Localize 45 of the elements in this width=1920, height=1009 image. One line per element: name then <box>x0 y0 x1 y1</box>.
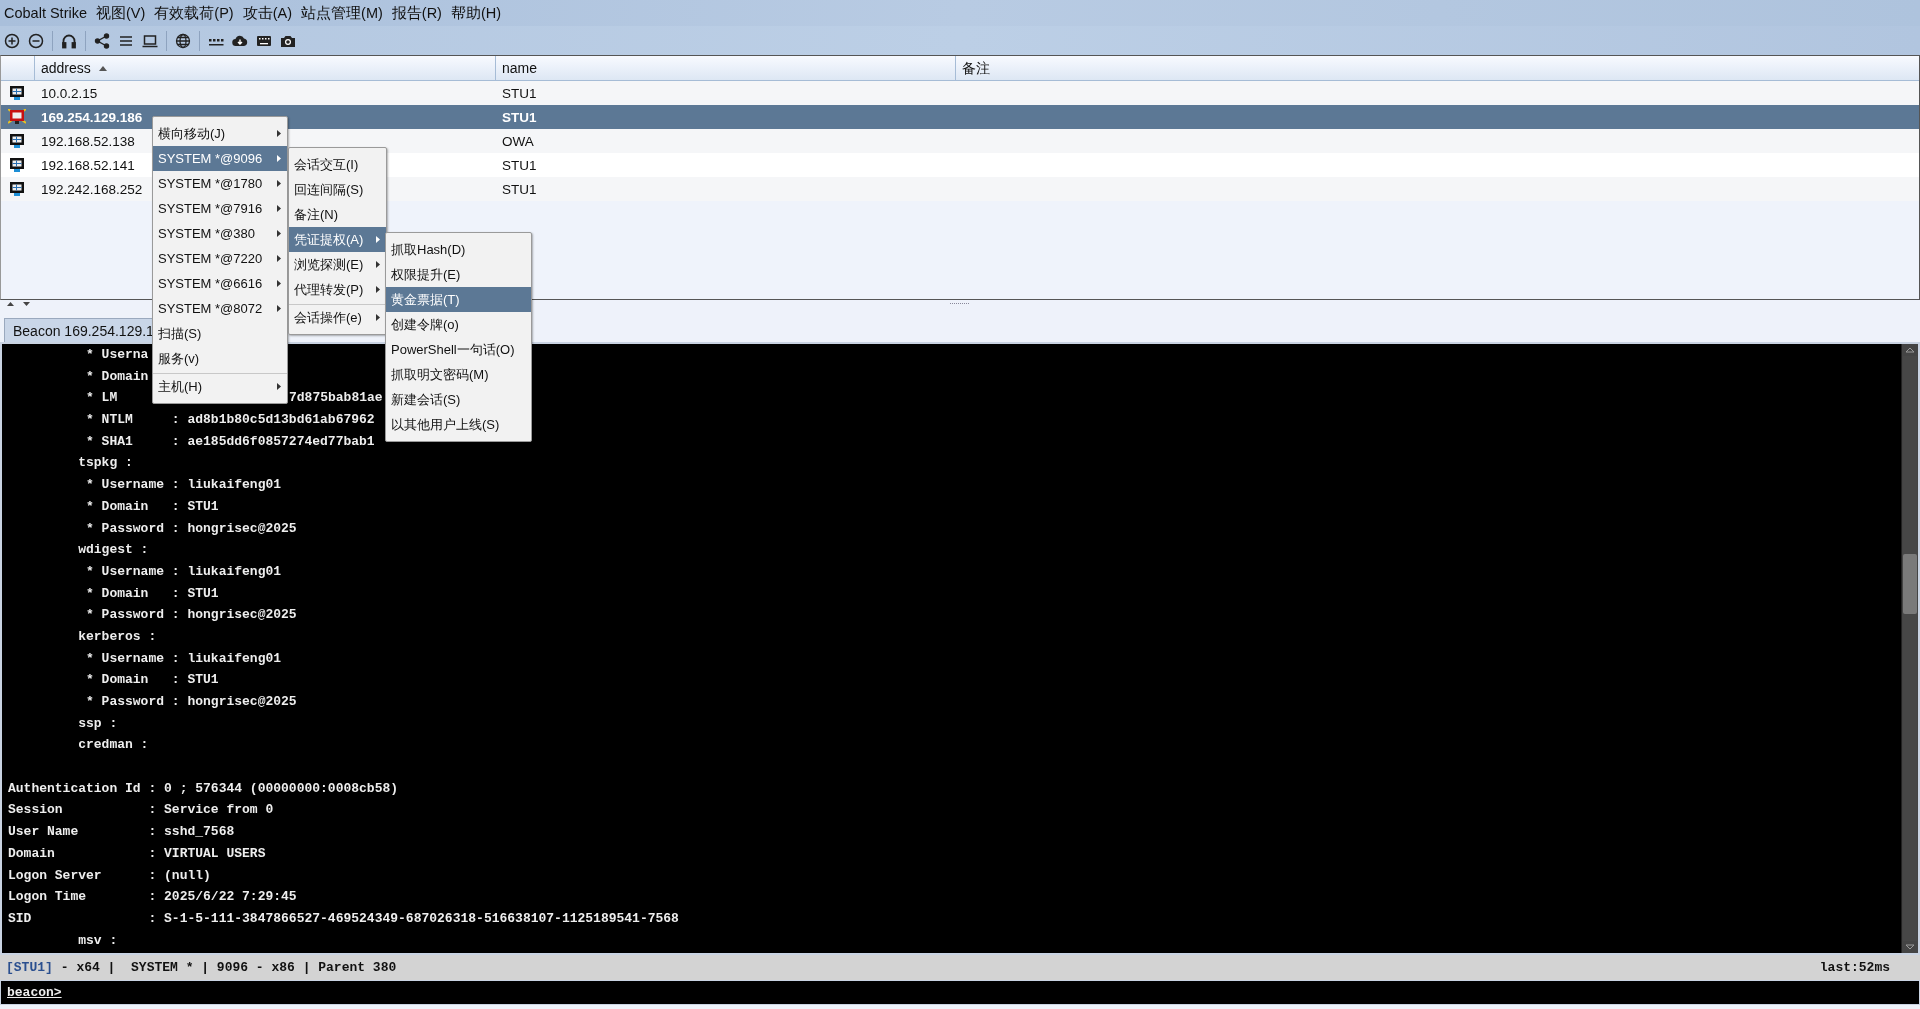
table-cell: 192.168.52.138 <box>41 133 135 149</box>
console-line: * Domain : STU1 <box>85 498 219 514</box>
console-line: * NTLM : ad8b1b80c5d13bd61ab67962 <box>85 412 375 428</box>
console-line: User Name : sshd_7568 <box>8 824 235 840</box>
console-line: * SHA1 : ae185dd6f0857274ed77bab1 <box>85 433 375 449</box>
table-cell: 169.254.129.186 <box>41 109 143 125</box>
console-line: msv : <box>77 932 118 948</box>
console-line: Session : Service from 0 <box>8 802 274 818</box>
table-cell: 192.168.52.141 <box>41 157 135 173</box>
column-title: address <box>41 61 91 75</box>
console-line: SID : S-1-5-111-3847866527-469524349-687026318-516638107-1125189541-7568 <box>8 910 679 926</box>
host-label: [STU1] <box>6 960 53 975</box>
latency-label: last:52ms <box>1819 960 1890 975</box>
console-line: * Domain : STU1 <box>85 585 219 601</box>
console-line: ssp : <box>77 715 118 731</box>
table-cell: STU1 <box>502 85 537 101</box>
console-line: Logon Server : (null) <box>8 867 211 883</box>
console-line: * Userna <box>85 347 149 362</box>
table-cell: 192.242.168.252 <box>41 181 143 197</box>
console-line: * Password : hongrisec@2025 <box>85 520 297 536</box>
session-info: - x64 | SYSTEM * | 9096 - x86 | Parent 380 <box>60 960 397 975</box>
console-line: * Domain : STU1 <box>85 672 219 688</box>
console-line: * Username : liukaifeng01 <box>85 650 282 666</box>
console-line: wdigest : <box>77 542 149 558</box>
table-cell: OWA <box>502 133 534 149</box>
prompt-label: beacon> <box>7 985 62 1000</box>
console-line: * Domain <box>85 368 149 384</box>
table-cell: STU1 <box>502 181 537 197</box>
console-line: * LM <box>85 390 118 406</box>
console-line: tspkg : <box>77 455 133 471</box>
table-cell: STU1 <box>502 157 537 173</box>
console-line: * Password : hongrisec@2025 <box>85 694 297 709</box>
console-line: Domain : VIRTUAL USERS <box>8 845 266 861</box>
console-line: credman : <box>77 737 149 753</box>
console-line: * Password : hongrisec@2025 <box>85 607 297 623</box>
console-line: Logon Time : 2025/6/22 7:29:45 <box>8 889 297 905</box>
console-line: * Username : liukaifeng01 <box>85 563 282 579</box>
table-cell: STU1 <box>502 109 537 125</box>
column-title: name <box>502 61 538 75</box>
table-cell: 10.0.2.15 <box>41 85 98 101</box>
column-title: 备注 <box>962 61 990 75</box>
console-line: * Username : liukaifeng01 <box>85 477 282 493</box>
console-line: kerberos : <box>77 628 157 644</box>
console-line: Authentication Id : 0 ; 576344 (00000000:0008cb58) <box>8 780 399 796</box>
console-line: 7d875bab81ae <box>289 389 383 408</box>
